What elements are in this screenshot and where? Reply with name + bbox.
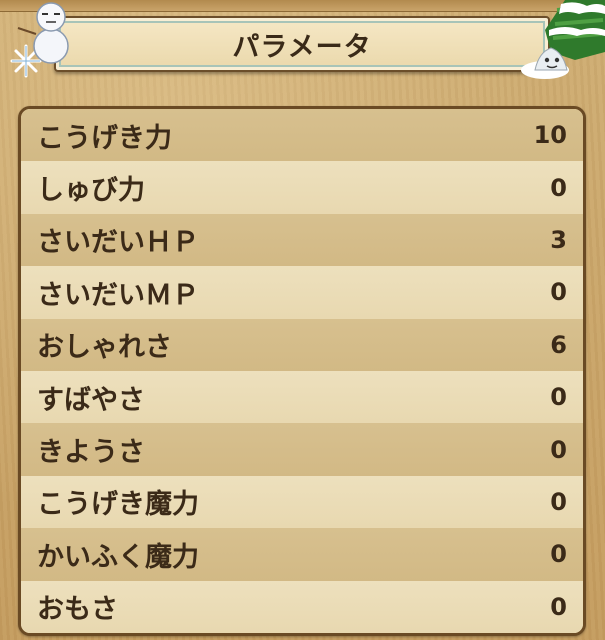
stat-row-style: おしゃれさ 6	[21, 318, 583, 371]
stat-row-max-hp: さいだいＨＰ 3	[21, 213, 583, 267]
stat-row-agility: すばやさ 0	[21, 370, 583, 424]
stat-label: おもさ	[37, 594, 118, 626]
stat-row-attack: こうげき力 10	[21, 109, 583, 162]
stat-label: かいふく魔力	[37, 541, 199, 573]
stat-value: 0	[550, 278, 567, 307]
stat-row-max-mp: さいだいＭＰ 0	[21, 266, 583, 319]
header-plaque: パラメータ	[54, 16, 550, 72]
stat-label: さいだいＭＰ	[37, 279, 199, 311]
stat-value: 0	[550, 173, 567, 202]
stat-label: しゅび力	[37, 175, 145, 207]
stat-label: きようさ	[37, 437, 145, 469]
parameter-table: こうげき力 10 しゅび力 0 さいだいＨＰ 3 さいだいＭＰ 0 おしゃれさ …	[18, 106, 586, 636]
stat-row-attack-magic: こうげき魔力 0	[21, 475, 583, 529]
stat-value: 10	[533, 121, 567, 150]
tree-slime-icon	[521, 0, 605, 79]
stat-value: 0	[550, 487, 567, 516]
stat-row-weight: おもさ 0	[21, 580, 583, 633]
page-title: パラメータ	[232, 31, 372, 63]
stat-label: すばやさ	[37, 384, 145, 416]
stat-row-dexterity: きようさ 0	[21, 423, 583, 476]
snowman-icon	[10, 2, 69, 78]
stat-row-healing-magic: かいふく魔力 0	[21, 528, 583, 581]
parameter-screen: パラメータ こうげき力 10 しゅび力 0 さいだいＨＰ 3 さいだいＭＰ 0 …	[0, 0, 605, 640]
stat-value: 0	[550, 383, 567, 412]
stat-label: こうげき力	[37, 122, 172, 154]
stat-value: 0	[550, 435, 567, 464]
stat-value: 0	[550, 592, 567, 621]
stat-value: 6	[550, 330, 567, 359]
stat-value: 3	[550, 225, 567, 254]
stat-label: こうげき魔力	[37, 489, 199, 521]
stat-value: 0	[550, 540, 567, 569]
stat-label: さいだいＨＰ	[37, 227, 199, 259]
stat-row-defense: しゅび力 0	[21, 161, 583, 214]
stat-label: おしゃれさ	[37, 332, 172, 364]
